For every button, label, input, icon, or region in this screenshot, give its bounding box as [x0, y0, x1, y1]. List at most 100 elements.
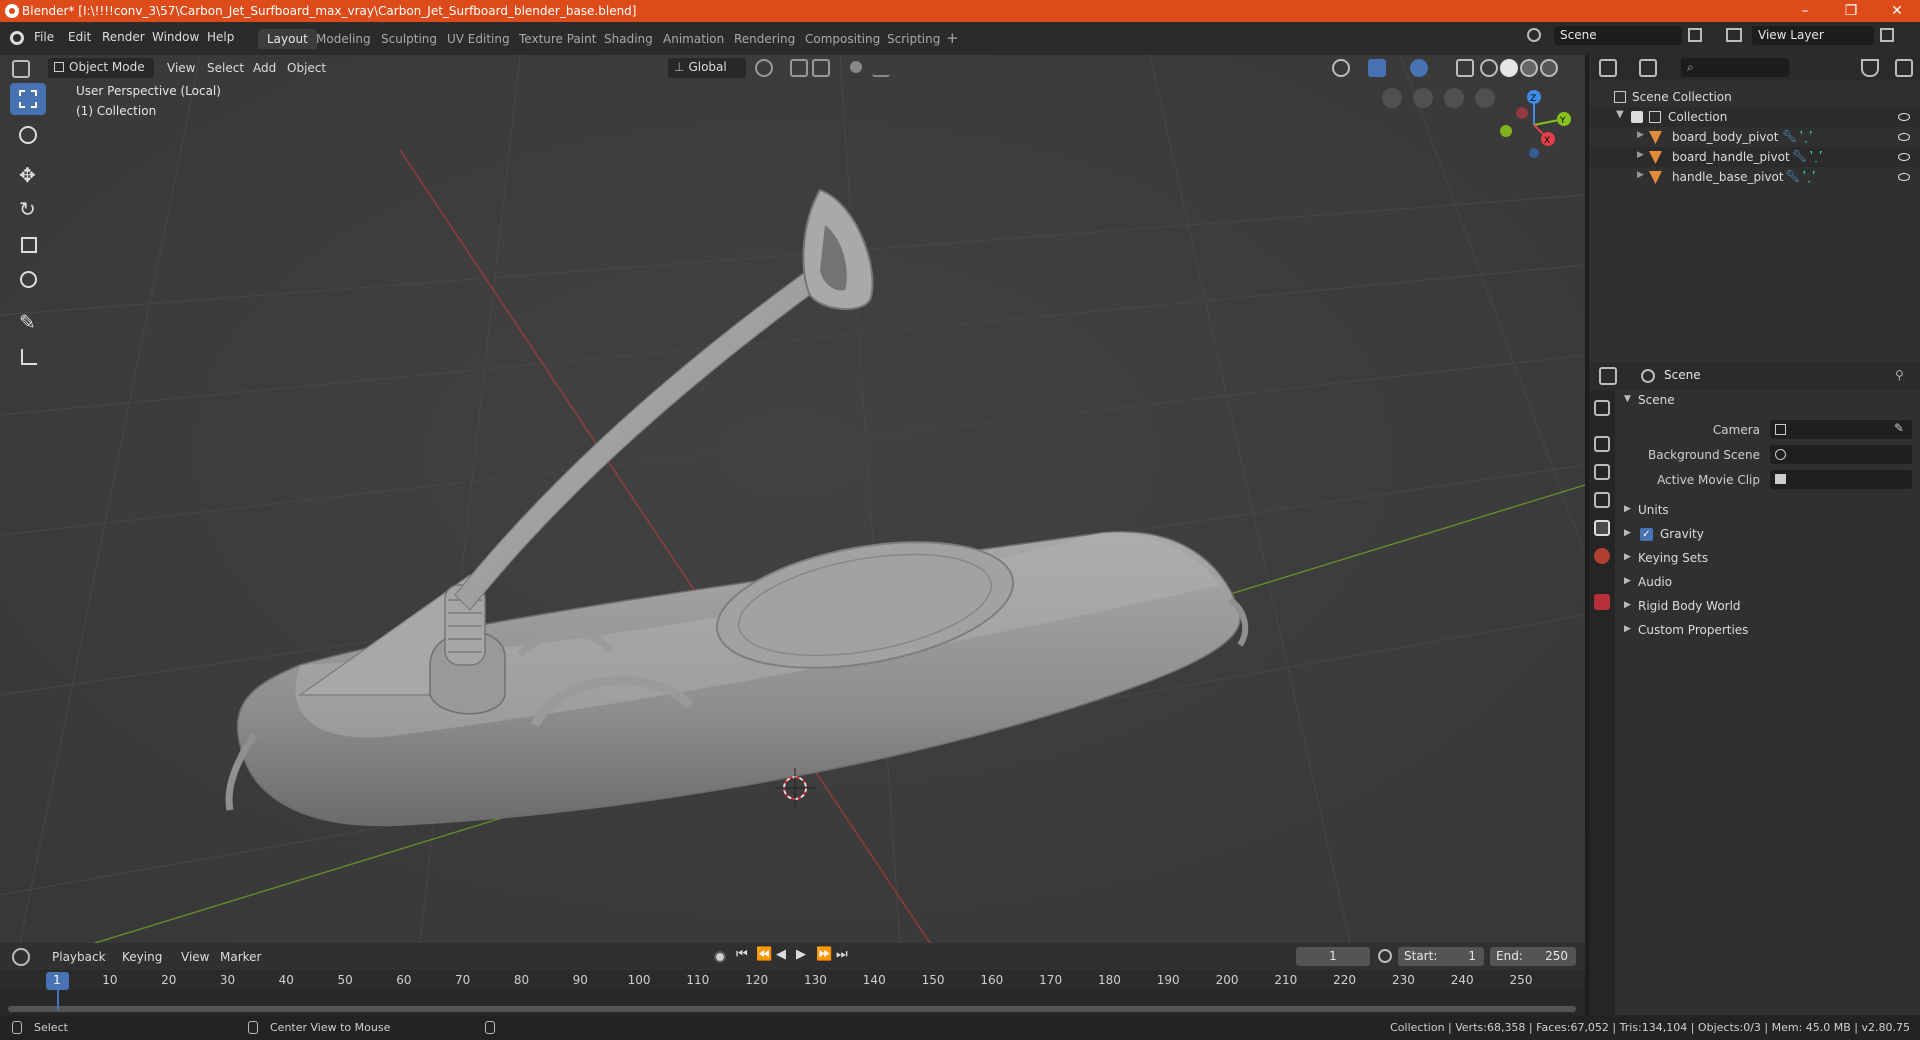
- tool-tab-icon[interactable]: [1594, 400, 1610, 416]
- menu-file[interactable]: File: [34, 30, 54, 44]
- modifier-icon[interactable]: 🔧︎: [1782, 129, 1797, 143]
- new-collection-icon[interactable]: [1895, 59, 1913, 77]
- tab-uv-editing[interactable]: UV Editing: [438, 29, 519, 49]
- pan-view-icon[interactable]: [1444, 88, 1464, 108]
- tab-sculpting[interactable]: Sculpting: [372, 29, 446, 49]
- active-movie-clip-field[interactable]: [1770, 470, 1912, 489]
- outliner-search-input[interactable]: ⌕: [1681, 58, 1789, 77]
- camera-field[interactable]: ✎: [1770, 420, 1912, 439]
- modifier-icon[interactable]: 🔧︎: [1785, 169, 1800, 183]
- tab-modeling[interactable]: Modeling: [307, 29, 380, 49]
- output-tab-icon[interactable]: [1594, 464, 1610, 480]
- pin-icon[interactable]: ⚲: [1895, 368, 1904, 382]
- object-mode-dropdown[interactable]: Object Mode: [48, 58, 154, 78]
- record-icon[interactable]: [714, 951, 726, 963]
- snap-target-icon[interactable]: [812, 59, 830, 77]
- jump-start-icon[interactable]: ⏮: [736, 947, 748, 962]
- timeline-editor-icon[interactable]: [12, 948, 30, 966]
- material-shading-icon[interactable]: [1520, 59, 1538, 77]
- viewport-menu-object[interactable]: Object: [287, 61, 326, 75]
- minimize-button[interactable]: –: [1782, 0, 1828, 22]
- timeline-menu-playback[interactable]: Playback: [52, 950, 106, 964]
- viewport-menu-view[interactable]: View: [167, 61, 195, 75]
- gravity-checkbox[interactable]: ✓: [1640, 528, 1653, 541]
- start-frame-field[interactable]: Start: 1: [1398, 947, 1484, 966]
- snap-icon[interactable]: [790, 59, 808, 77]
- display-mode-icon[interactable]: [1639, 59, 1657, 77]
- scale-tool[interactable]: [10, 229, 46, 261]
- properties-editor-icon[interactable]: [1599, 367, 1617, 385]
- gizmo-toggle-icon[interactable]: [1368, 59, 1386, 77]
- world-tab-icon[interactable]: [1594, 548, 1610, 564]
- tab-texture-paint[interactable]: Texture Paint: [510, 29, 605, 49]
- solid-shading-icon[interactable]: [1500, 59, 1518, 77]
- mesh-data-icon[interactable]: [1800, 131, 1812, 143]
- play-reverse-icon[interactable]: ◀: [776, 947, 786, 962]
- expand-collection-icon[interactable]: ▼: [1616, 109, 1624, 120]
- proportional-edit-icon[interactable]: [850, 61, 862, 73]
- outliner-row-object[interactable]: ▶ board_handle_pivot 🔧︎: [1589, 147, 1920, 167]
- units-panel-header[interactable]: ▶ Units: [1620, 500, 1915, 522]
- new-scene-icon[interactable]: [1688, 28, 1702, 42]
- annotate-tool[interactable]: ✎: [10, 306, 46, 338]
- close-button[interactable]: ✕: [1874, 0, 1920, 22]
- 3d-viewport[interactable]: [0, 55, 1585, 943]
- view-layer-browse-icon[interactable]: [1726, 28, 1742, 42]
- new-view-layer-icon[interactable]: [1880, 28, 1894, 42]
- custom-properties-panel-header[interactable]: ▶ Custom Properties: [1620, 620, 1915, 642]
- pivot-point-icon[interactable]: [755, 59, 773, 77]
- object-eye-icon[interactable]: [1898, 153, 1910, 161]
- eyedropper-icon[interactable]: ✎: [1894, 421, 1904, 435]
- expand-object-icon[interactable]: ▶: [1637, 170, 1644, 180]
- navigation-gizmo[interactable]: Z Y X: [1490, 85, 1580, 165]
- falloff-icon[interactable]: [872, 59, 890, 77]
- scene-name-field[interactable]: Scene: [1554, 26, 1682, 45]
- mesh-data-icon[interactable]: [1810, 151, 1822, 163]
- menu-render[interactable]: Render: [102, 30, 145, 44]
- preview-range-icon[interactable]: [1378, 949, 1392, 963]
- menu-help[interactable]: Help: [207, 30, 234, 44]
- rigid-body-world-panel-header[interactable]: ▶ Rigid Body World: [1620, 596, 1915, 618]
- tab-shading[interactable]: Shading: [595, 29, 662, 49]
- mesh-data-icon[interactable]: [1803, 171, 1815, 183]
- object-eye-icon[interactable]: [1898, 173, 1910, 181]
- timeline-menu-view[interactable]: View: [181, 950, 209, 964]
- expand-object-icon[interactable]: ▶: [1637, 150, 1644, 160]
- outliner-row-object[interactable]: ▶ handle_base_pivot 🔧︎: [1589, 167, 1920, 187]
- tab-compositing[interactable]: Compositing: [796, 29, 889, 49]
- audio-panel-header[interactable]: ▶ Audio: [1620, 572, 1915, 594]
- transform-orientation-dropdown[interactable]: ⊥ Global: [668, 58, 746, 78]
- timeline-menu-marker[interactable]: Marker: [220, 950, 261, 964]
- viewport-menu-add[interactable]: Add: [253, 61, 276, 75]
- end-frame-field[interactable]: End: 250: [1490, 947, 1576, 966]
- collection-checkbox-icon[interactable]: [1631, 111, 1643, 123]
- menu-window[interactable]: Window: [152, 30, 199, 44]
- transform-tool[interactable]: [10, 264, 46, 296]
- tab-animation[interactable]: Animation: [654, 29, 733, 49]
- camera-view-icon[interactable]: [1413, 88, 1433, 108]
- rotate-tool[interactable]: ↻: [10, 193, 46, 225]
- tab-scripting[interactable]: Scripting: [878, 29, 949, 49]
- outliner-editor-icon[interactable]: [1599, 59, 1617, 77]
- keying-sets-panel-header[interactable]: ▶ Keying Sets: [1620, 548, 1915, 570]
- timeline-menu-keying[interactable]: Keying: [122, 950, 162, 964]
- collection-eye-icon[interactable]: [1898, 113, 1910, 121]
- overlay-toggle-icon[interactable]: [1410, 59, 1428, 77]
- restore-button[interactable]: ❐: [1828, 0, 1874, 22]
- scene-browse-icon[interactable]: [1527, 28, 1541, 42]
- gravity-panel-header[interactable]: ▶ ✓ Gravity: [1620, 524, 1915, 546]
- filter-icon[interactable]: [1861, 59, 1879, 77]
- outliner-row-collection[interactable]: ▼ Collection: [1589, 107, 1920, 127]
- editor-type-icon[interactable]: [12, 60, 30, 78]
- timeline-scrollbar[interactable]: [8, 1006, 1576, 1012]
- view-layer-field[interactable]: View Layer: [1752, 26, 1874, 45]
- current-frame-field[interactable]: 1: [1296, 947, 1370, 966]
- scene-tab-icon[interactable]: [1594, 520, 1610, 536]
- visibility-icon[interactable]: [1332, 59, 1350, 77]
- tab-rendering[interactable]: Rendering: [725, 29, 804, 49]
- view-layer-tab-icon[interactable]: [1594, 492, 1610, 508]
- measure-tool[interactable]: [10, 341, 46, 373]
- rendered-shading-icon[interactable]: [1540, 59, 1558, 77]
- viewport-menu-select[interactable]: Select: [207, 61, 244, 75]
- add-workspace-button[interactable]: +: [946, 29, 959, 47]
